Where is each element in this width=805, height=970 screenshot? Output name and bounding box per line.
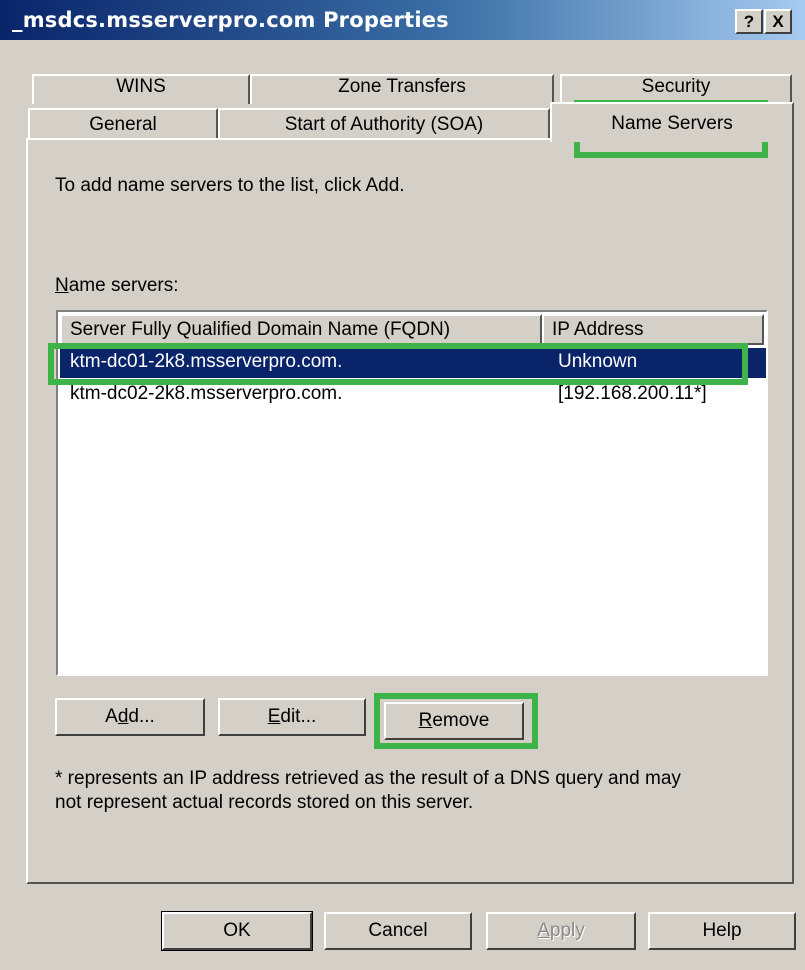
tab-security-label: Security xyxy=(641,76,711,97)
tab-zone-transfers-label: Zone Transfers xyxy=(338,76,466,97)
add-button[interactable]: Add... xyxy=(55,698,205,736)
tab-general-label: General xyxy=(89,114,157,135)
cancel-button[interactable]: Cancel xyxy=(324,912,472,950)
ok-button[interactable]: OK xyxy=(161,911,313,951)
close-button[interactable]: X xyxy=(764,9,792,34)
apply-button[interactable]: Apply xyxy=(486,912,636,950)
row-fqdn: ktm-dc02-2k8.msserverpro.com. xyxy=(70,383,343,404)
name-servers-label-mnemonic: N xyxy=(55,275,69,296)
edit-button[interactable]: Edit... xyxy=(218,698,366,736)
list-row-selected[interactable]: ktm-dc01-2k8.msserverpro.com. Unknown xyxy=(60,348,766,378)
help-dialog-button[interactable]: Help xyxy=(648,912,796,950)
list-row[interactable]: ktm-dc02-2k8.msserverpro.com. [192.168.2… xyxy=(60,380,766,410)
title-bar: _msdcs.msserverpro.com Properties ? X xyxy=(0,0,805,40)
instruction-text: To add name servers to the list, click A… xyxy=(55,175,405,196)
row-fqdn: ktm-dc01-2k8.msserverpro.com. xyxy=(70,351,343,372)
name-servers-label-rest: ame servers: xyxy=(68,275,179,296)
help-button[interactable]: ? xyxy=(735,9,763,34)
apply-button-label: Apply xyxy=(537,920,585,941)
tab-name-servers[interactable]: Name Servers xyxy=(550,102,794,142)
window-title: _msdcs.msserverpro.com Properties xyxy=(12,8,449,32)
footnote-line-1: * represents an IP address retrieved as … xyxy=(55,768,681,789)
remove-button[interactable]: Remove xyxy=(384,702,524,740)
footnote-line-2: not represent actual records stored on t… xyxy=(55,792,474,813)
name-servers-label: Name servers: xyxy=(55,275,179,297)
tab-name-servers-label: Name Servers xyxy=(611,113,733,134)
row-ip: Unknown xyxy=(558,351,638,372)
tab-zone-transfers[interactable]: Zone Transfers xyxy=(250,74,554,104)
tab-security[interactable]: Security xyxy=(560,74,792,104)
column-header-fqdn[interactable]: Server Fully Qualified Domain Name (FQDN… xyxy=(60,314,542,345)
tab-wins[interactable]: WINS xyxy=(32,74,250,104)
edit-button-label: Edit... xyxy=(267,706,317,727)
tab-soa-label: Start of Authority (SOA) xyxy=(284,114,484,135)
tab-wins-label: WINS xyxy=(116,76,166,97)
column-header-ip[interactable]: IP Address xyxy=(542,314,764,345)
name-servers-list[interactable]: Server Fully Qualified Domain Name (FQDN… xyxy=(56,310,768,676)
tab-soa[interactable]: Start of Authority (SOA) xyxy=(218,108,550,140)
remove-button-label: Remove xyxy=(418,710,490,731)
row-ip: [192.168.200.11*] xyxy=(558,383,707,404)
tab-general[interactable]: General xyxy=(28,108,218,140)
add-button-label: Add... xyxy=(105,706,155,727)
